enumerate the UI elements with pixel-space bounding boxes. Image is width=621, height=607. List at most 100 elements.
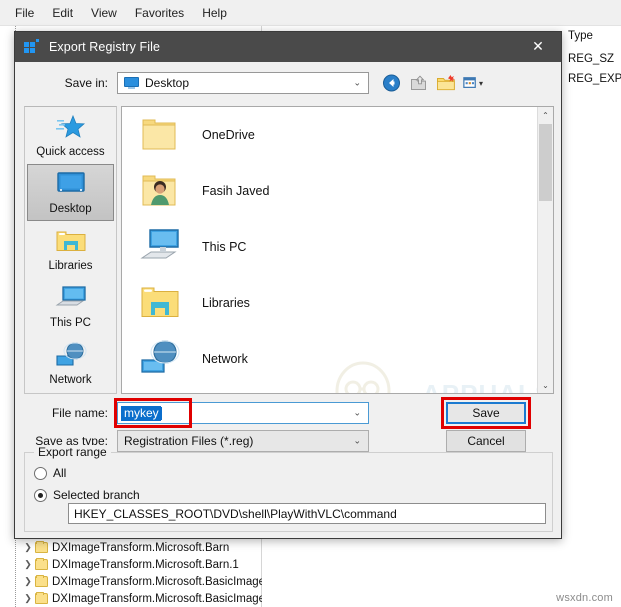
export-registry-file-dialog: Export Registry File ✕ Save in: Desktop … — [14, 31, 562, 539]
scroll-down-icon[interactable]: ⌄ — [538, 377, 553, 393]
radio-selected-branch-label: Selected branch — [53, 488, 140, 502]
tree-item-label: DXImageTransform.Microsoft.Barn.1 — [52, 558, 239, 571]
chevron-down-icon[interactable]: ⌄ — [353, 78, 361, 89]
chevron-right-icon[interactable]: ❯ — [22, 560, 34, 569]
tree-item-label: DXImageTransform.Microsoft.BasicImage — [52, 575, 266, 588]
save-in-row: Save in: Desktop ⌄ ▾ — [15, 70, 561, 96]
place-label: Quick access — [36, 145, 105, 158]
menu-item-view[interactable]: View — [82, 3, 126, 23]
up-one-level-icon[interactable] — [409, 73, 429, 93]
chevron-down-icon[interactable]: ⌄ — [353, 436, 361, 447]
file-item-label: Network — [202, 352, 248, 366]
chevron-right-icon[interactable]: ❯ — [22, 577, 34, 586]
dialog-content: Save in: Desktop ⌄ ▾ Quick access Deskto… — [15, 62, 561, 538]
scroll-up-icon[interactable]: ⌃ — [538, 107, 553, 123]
tree-item-label: DXImageTransform.Microsoft.BasicImage — [52, 592, 266, 605]
this-pc-icon — [55, 285, 87, 315]
desktop-monitor-icon — [124, 77, 139, 89]
folder-icon — [140, 116, 180, 154]
tree-item[interactable]: ❯ DXImageTransform.Microsoft.Barn — [0, 539, 262, 556]
chevron-right-icon[interactable]: ❯ — [22, 594, 34, 603]
column-header-type[interactable]: Type — [562, 26, 621, 46]
tree-item[interactable]: ❯ DXImageTransform.Microsoft.BasicImage — [0, 590, 266, 607]
place-this-pc[interactable]: This PC — [27, 278, 114, 335]
branch-path-input[interactable]: HKEY_CLASSES_ROOT\DVD\shell\PlayWithVLC\… — [68, 503, 546, 524]
regedit-menu-bar: File Edit View Favorites Help — [0, 0, 621, 26]
folder-icon — [35, 575, 48, 587]
menu-item-help[interactable]: Help — [193, 3, 236, 23]
file-item-onedrive[interactable]: OneDrive — [122, 107, 553, 163]
radio-button-selected-icon[interactable] — [34, 488, 47, 502]
place-network[interactable]: Network — [27, 335, 114, 392]
user-folder-icon — [140, 172, 180, 210]
tree-item[interactable]: ❯ DXImageTransform.Microsoft.Barn.1 — [0, 556, 262, 573]
dialog-title-bar[interactable]: Export Registry File ✕ — [15, 32, 561, 62]
radio-button-icon[interactable] — [34, 466, 47, 480]
save-in-combobox[interactable]: Desktop ⌄ — [117, 72, 369, 94]
star-icon — [55, 114, 87, 144]
file-item-label: Fasih Javed — [202, 184, 270, 198]
radio-all[interactable]: All — [34, 466, 66, 480]
file-item-libraries[interactable]: Libraries — [122, 275, 553, 331]
dialog-toolbar: ▾ — [382, 73, 483, 93]
folder-icon — [35, 558, 48, 570]
file-name-row: File name: mykey ⌄ — [15, 402, 369, 424]
tree-item-label: DXImageTransform.Microsoft.Barn — [52, 541, 230, 554]
folder-icon — [35, 541, 48, 553]
cancel-button[interactable]: Cancel — [446, 430, 526, 452]
menu-item-edit[interactable]: Edit — [43, 3, 82, 23]
file-item-label: This PC — [202, 240, 247, 254]
place-label: This PC — [50, 316, 91, 329]
chevron-right-icon[interactable]: ❯ — [22, 543, 34, 552]
value-type-cell: REG_SZ — [568, 52, 615, 65]
file-list[interactable]: APPUALS TECH HOW-TO'S FROM THE EXPERTS! … — [121, 106, 554, 394]
place-desktop[interactable]: Desktop — [27, 164, 114, 221]
save-as-type-combobox[interactable]: Registration Files (*.reg) ⌄ — [117, 430, 369, 452]
file-name-input[interactable]: mykey ⌄ — [117, 402, 369, 424]
scrollbar-thumb[interactable] — [539, 124, 552, 201]
views-caret-icon[interactable]: ▾ — [479, 79, 483, 88]
libraries-folder-icon — [55, 228, 87, 258]
text-caret — [160, 406, 162, 420]
save-in-label: Save in: — [64, 76, 108, 90]
site-watermark: wsxdn.com — [556, 592, 613, 604]
value-type-cell: REG_EXPAND_SZ — [568, 72, 621, 85]
close-icon[interactable]: ✕ — [515, 32, 561, 62]
new-folder-icon[interactable] — [436, 73, 456, 93]
file-item-network[interactable]: Network — [122, 331, 553, 387]
file-name-value: mykey — [121, 405, 161, 421]
views-icon[interactable]: ▾ — [463, 73, 483, 93]
tree-item[interactable]: ❯ DXImageTransform.Microsoft.BasicImage — [0, 573, 266, 590]
desktop-monitor-icon — [55, 171, 87, 201]
save-button[interactable]: Save — [446, 402, 526, 424]
places-bar: Quick access Desktop Libraries This PC N… — [24, 106, 117, 394]
place-label: Desktop — [49, 202, 92, 215]
save-in-value: Desktop — [145, 76, 190, 90]
screen: File Edit View Favorites Help ❯ DXImageT… — [0, 0, 621, 607]
back-arrow-icon[interactable] — [382, 73, 402, 93]
folder-icon — [35, 592, 48, 604]
network-globe-icon — [55, 342, 87, 372]
registry-icon — [24, 39, 40, 55]
this-pc-icon — [140, 228, 180, 266]
radio-selected-branch[interactable]: Selected branch — [34, 488, 140, 502]
place-libraries[interactable]: Libraries — [27, 221, 114, 278]
export-range-group: Export range All Selected branch HKEY_CL… — [24, 445, 553, 532]
place-label: Libraries — [48, 259, 93, 272]
dialog-title: Export Registry File — [49, 40, 161, 54]
registry-tree-rows: ❯ DXImageTransform.Microsoft.Barn ❯ DXIm… — [0, 539, 266, 607]
file-item-this-pc[interactable]: This PC — [122, 219, 553, 275]
save-as-type-value: Registration Files (*.reg) — [124, 434, 254, 448]
place-quick-access[interactable]: Quick access — [27, 107, 114, 164]
network-globe-icon — [140, 340, 180, 378]
radio-all-label: All — [53, 466, 67, 480]
file-item-label: OneDrive — [202, 128, 255, 142]
file-item-fasih-javed[interactable]: Fasih Javed — [122, 163, 553, 219]
menu-item-favorites[interactable]: Favorites — [126, 3, 193, 23]
file-list-scrollbar[interactable]: ⌃ ⌄ — [537, 107, 553, 393]
file-item-label: Libraries — [202, 296, 250, 310]
libraries-folder-icon — [140, 284, 180, 322]
menu-item-file[interactable]: File — [6, 3, 43, 23]
export-range-legend: Export range — [34, 445, 111, 459]
chevron-down-icon[interactable]: ⌄ — [353, 408, 361, 419]
